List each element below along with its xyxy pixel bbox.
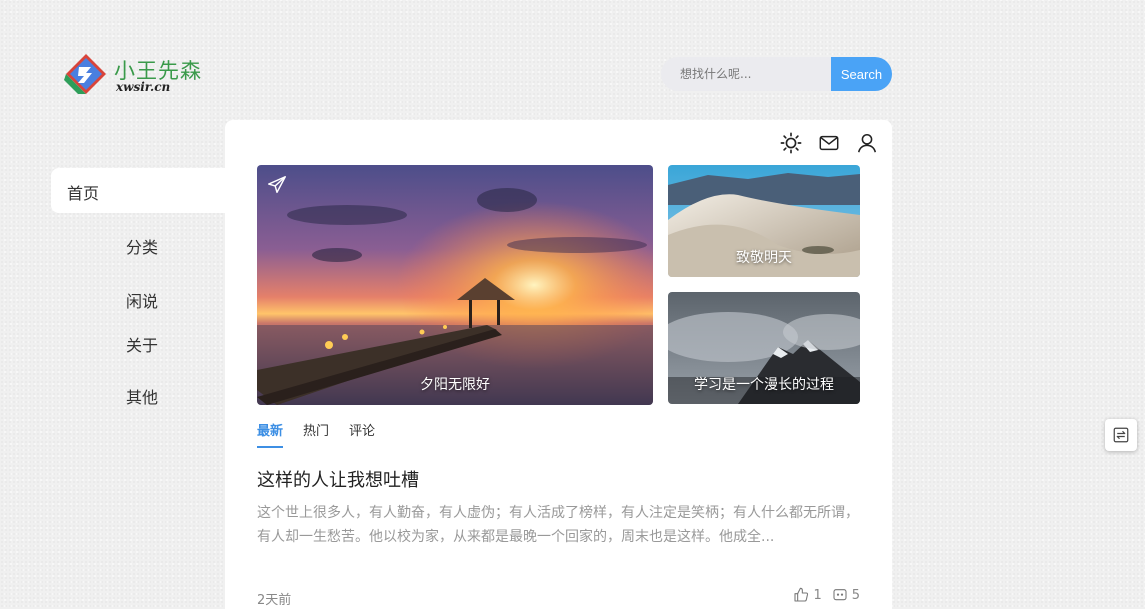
nav-item-other[interactable]: 其他 [126,384,158,408]
nav-item-about[interactable]: 关于 [126,332,158,356]
nav-item-label: 首页 [67,184,100,203]
user-icon[interactable] [856,132,878,154]
post-stats: 1 5 [793,587,860,603]
nav-item-chat[interactable]: 闲说 [126,288,158,312]
like-count: 1 [813,587,822,603]
nav-item-label: 其他 [126,388,159,407]
nav-item-category[interactable]: 分类 [126,234,158,258]
post-excerpt: 这个世上很多人，有人勤奋，有人虚伪；有人活成了榜样，有人注定是笑柄；有人什么都无… [257,505,859,545]
sun-icon[interactable] [780,132,802,154]
featured-main-caption: 夕阳无限好 [420,377,490,393]
site-logo[interactable]: 小王先森 xwsir.cn [64,52,214,100]
header-icons [780,132,878,154]
tab-popular[interactable]: 热门 [303,420,329,448]
nav-item-label: 关于 [126,336,159,355]
nav-item-label: 分类 [126,238,159,257]
nav-item-label: 闲说 [126,292,159,311]
main-card: 夕阳无限好 致敬明天 学习是一个漫长的过程 最新 热门 评论 这样的人让我想吐槽… [225,120,892,609]
logo-subtitle: xwsir.cn [116,80,171,94]
sunset-pier-image [257,165,653,405]
search-bar: Search [661,57,892,91]
featured-side-image-1[interactable]: 致敬明天 [668,165,860,277]
nav-item-home[interactable]: 首页 [51,168,231,213]
logo-mark-icon [64,54,106,94]
switch-button[interactable] [1105,419,1137,451]
featured-main-image[interactable]: 夕阳无限好 [257,165,653,405]
tab-latest[interactable]: 最新 [257,420,284,448]
search-button[interactable]: Search [831,57,892,91]
comment-icon [833,589,847,601]
thumbs-up-icon [794,587,809,602]
comment-count: 5 [851,587,860,603]
tab-comments[interactable]: 评论 [349,420,375,448]
post-title[interactable]: 这样的人让我想吐槽 [257,466,419,492]
post-time: 2天前 [257,593,292,608]
mail-icon[interactable] [818,132,840,154]
featured-side-image-2[interactable]: 学习是一个漫长的过程 [668,292,860,404]
like-button[interactable]: 1 [793,587,822,603]
post-tabs: 最新 热门 评论 [257,420,375,448]
comment-button[interactable]: 5 [832,587,860,603]
swap-icon [1113,427,1129,443]
featured-side-caption-2: 学习是一个漫长的过程 [694,377,834,393]
search-input[interactable] [661,57,831,91]
paper-plane-icon [268,176,286,194]
featured-side-caption-1: 致敬明天 [736,250,792,266]
